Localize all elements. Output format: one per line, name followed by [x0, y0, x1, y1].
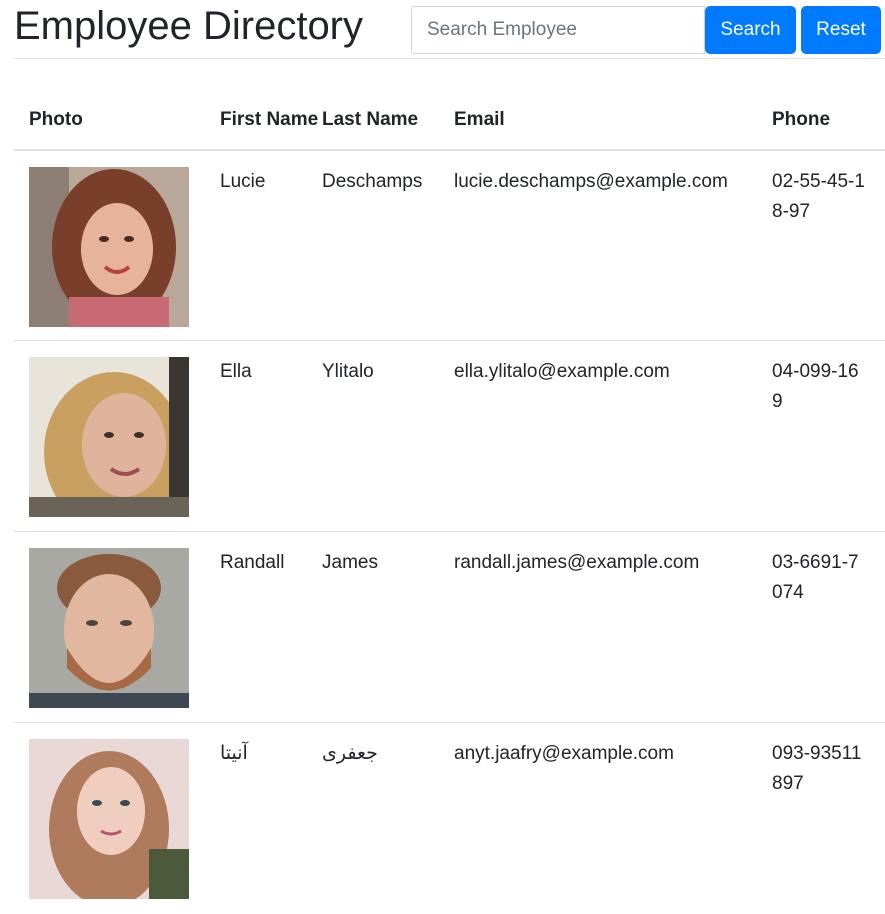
table-row: Randall James randall.james@example.com …	[14, 531, 885, 723]
table-header-row: Photo First Name Last Name Email Phone	[14, 58, 885, 151]
page-title: Employee Directory	[14, 4, 364, 48]
first-name-cell: Lucie	[220, 170, 266, 192]
employee-photo	[29, 357, 189, 517]
last-name-cell: James	[322, 531, 454, 723]
page-header: Employee Directory Search Reset	[0, 0, 885, 58]
email-cell: ella.ylitalo@example.com	[454, 340, 772, 532]
phone-text: 02-55-45-18-97	[772, 170, 865, 222]
photo-cell	[14, 531, 220, 723]
phone-cell: 04-099-169	[772, 340, 885, 532]
column-header-photo[interactable]: Photo	[14, 58, 220, 151]
email-cell: anyt.jaafry@example.com	[454, 722, 772, 914]
reset-button[interactable]: Reset	[801, 6, 881, 54]
employee-photo	[29, 548, 189, 708]
email-cell: lucie.deschamps@example.com	[454, 170, 728, 192]
photo-cell	[14, 340, 220, 532]
phone-cell: 03-6691-7074	[772, 531, 885, 723]
employee-table: Photo First Name Last Name Email Phone L…	[14, 58, 885, 914]
search-button[interactable]: Search	[705, 6, 796, 54]
column-header-email[interactable]: Email	[454, 58, 772, 151]
table-row: آنیتا جعفری anyt.jaafry@example.com 093-…	[14, 722, 885, 914]
first-name-cell: Ella	[220, 340, 322, 532]
first-name-cell: آنیتا	[220, 722, 322, 914]
phone-text: 03-6691-7074	[772, 552, 859, 603]
phone-text: 093-93511897	[772, 743, 862, 794]
email-cell: randall.james@example.com	[454, 531, 772, 723]
first-name-cell: Randall	[220, 531, 322, 723]
search-input[interactable]	[411, 6, 705, 54]
employee-photo	[29, 739, 189, 899]
photo-cell	[14, 722, 220, 914]
last-name-cell: جعفری	[322, 722, 454, 914]
phone-cell: 093-93511897	[772, 722, 885, 914]
photo-cell	[14, 150, 220, 341]
employee-photo	[29, 166, 189, 327]
phone-text: 04-099-169	[772, 361, 859, 412]
table-row: Lucie Deschamps lucie.deschamps@example.…	[14, 150, 885, 341]
phone-cell: 02-55-45-18-97	[772, 150, 885, 341]
last-name-cell: Deschamps	[322, 170, 423, 192]
column-header-last-name[interactable]: Last Name	[322, 58, 454, 151]
column-header-phone[interactable]: Phone	[772, 58, 885, 151]
table-row: Ella Ylitalo ella.ylitalo@example.com 04…	[14, 340, 885, 532]
last-name-cell: Ylitalo	[322, 340, 454, 532]
column-header-first-name[interactable]: First Name	[220, 58, 322, 151]
